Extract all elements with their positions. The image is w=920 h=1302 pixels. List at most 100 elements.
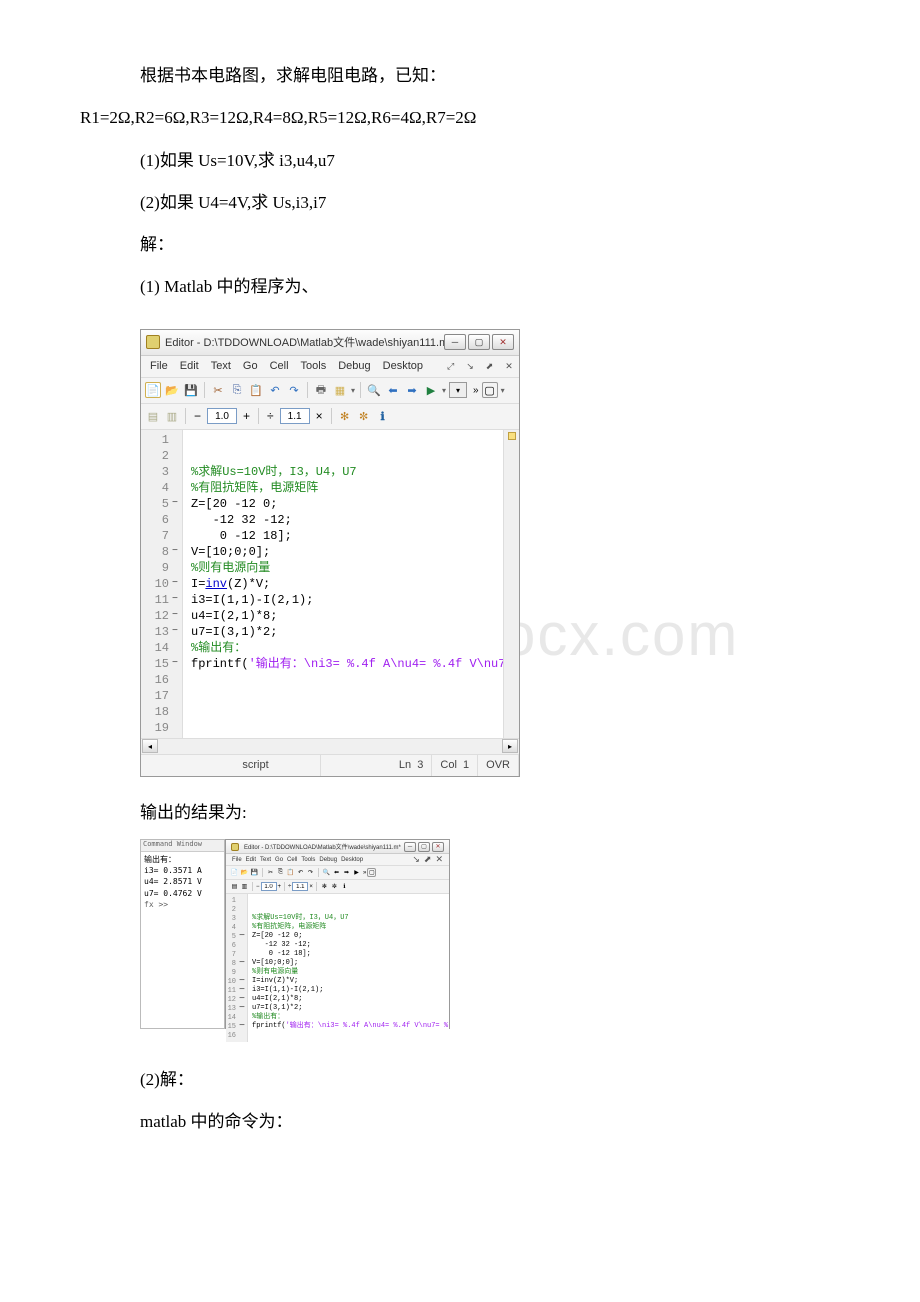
answer2-label: (2)解：: [80, 1064, 840, 1096]
publish-icon[interactable]: ▦: [332, 382, 348, 398]
menu-tools[interactable]: Tools: [296, 358, 332, 374]
scroll-right-icon[interactable]: ▸: [502, 739, 518, 753]
output-label: 输出的结果为:: [80, 797, 840, 829]
cell-eval-icon[interactable]: ▤: [145, 408, 161, 424]
vertical-scrollbar[interactable]: [503, 430, 519, 738]
undock-icon[interactable]: ⬈: [481, 359, 499, 374]
dock-toggle-icon[interactable]: ▢: [482, 382, 498, 398]
nav-back-icon[interactable]: ⬅: [385, 382, 401, 398]
maximize-button[interactable]: ▢: [468, 334, 490, 350]
cell-times-icon[interactable]: ×: [313, 409, 326, 423]
print-icon[interactable]: 🖶: [313, 382, 329, 398]
redo-icon[interactable]: ↷: [286, 382, 302, 398]
paste-icon[interactable]: 📋: [286, 868, 295, 877]
stack-dropdown[interactable]: ▾: [449, 382, 467, 398]
dock-arrow-icon[interactable]: ⤢: [442, 359, 459, 374]
cell-plus-icon[interactable]: +: [240, 409, 253, 423]
status-file-type: script: [191, 755, 321, 776]
small-title: Editor - D:\TDDOWNLOAD\Matlab文件\wade\shi…: [244, 842, 404, 851]
command-window: Command Window 输出有： i3= 0.3571 A u4= 2.8…: [140, 839, 225, 1029]
redo-icon[interactable]: ↷: [306, 868, 315, 877]
cell-factor1-input[interactable]: [207, 408, 237, 424]
menu-cell[interactable]: Cell: [285, 856, 299, 864]
menu-edit[interactable]: Edit: [244, 856, 258, 864]
save-icon[interactable]: 💾: [183, 382, 199, 398]
menu-file[interactable]: File: [230, 856, 244, 864]
paste-icon[interactable]: 📋: [248, 382, 264, 398]
toolbar-standard: 📄 📂 💾 ✂ ⎘ 📋 ↶ ↷ 🖶 ▦ ▾ 🔍 ⬅ ➡ ▶ ▾ ▾ » ▢ ▾: [141, 378, 519, 404]
dock-arrow2-icon[interactable]: ↘: [461, 359, 479, 374]
open-file-icon[interactable]: 📂: [240, 868, 249, 877]
cell-eval-advance-icon[interactable]: ▥: [164, 408, 180, 424]
code-area[interactable]: 1 2 3 4 5−6 7 8−9 10−11−12−13−14 15−16 1…: [141, 430, 519, 738]
cell-minus-icon[interactable]: −: [191, 409, 204, 423]
maximize-button[interactable]: ▢: [418, 842, 430, 852]
copy-icon[interactable]: ⎘: [276, 868, 285, 877]
menu-cell[interactable]: Cell: [265, 358, 294, 374]
menu-desktop[interactable]: Desktop: [378, 358, 428, 374]
menu-edit[interactable]: Edit: [175, 358, 204, 374]
menu-close-icon[interactable]: ✕: [500, 359, 518, 374]
undo-icon[interactable]: ↶: [296, 868, 305, 877]
find-icon[interactable]: 🔍: [366, 382, 382, 398]
menu-debug[interactable]: Debug: [333, 358, 375, 374]
horizontal-scrollbar[interactable]: ◂ ▸: [141, 738, 519, 754]
new-file-icon[interactable]: 📄: [230, 868, 239, 877]
nav-back-icon[interactable]: ⬅: [332, 868, 341, 877]
close-button[interactable]: ✕: [492, 334, 514, 350]
minimize-button[interactable]: ─: [404, 842, 416, 852]
titlebar: Editor - D:\TDDOWNLOAD\Matlab文件\wade\shi…: [141, 330, 519, 356]
problem-q1: (1)如果 Us=10V,求 i3,u4,u7: [80, 145, 840, 177]
undo-icon[interactable]: ↶: [267, 382, 283, 398]
problem-q2: (2)如果 U4=4V,求 Us,i3,i7: [80, 187, 840, 219]
cmd-prompt[interactable]: fx >>: [144, 899, 221, 910]
answer2-cmd-label: matlab 中的命令为：: [80, 1106, 840, 1138]
cell-factor2-input[interactable]: [280, 408, 310, 424]
menu-desktop[interactable]: Desktop: [339, 856, 365, 864]
menu-text[interactable]: Text: [206, 358, 236, 374]
open-file-icon[interactable]: 📂: [164, 382, 180, 398]
new-file-icon[interactable]: 📄: [145, 382, 161, 398]
answer1-label: (1) Matlab 中的程序为、: [80, 271, 840, 303]
menu-file[interactable]: File: [145, 358, 173, 374]
copy-icon[interactable]: ⎘: [229, 382, 245, 398]
status-ovr: OVR: [478, 755, 519, 776]
run-icon[interactable]: ▶: [352, 868, 361, 877]
minimize-button[interactable]: ─: [444, 334, 466, 350]
menu-tools[interactable]: Tools: [299, 856, 317, 864]
statusbar: script Ln 3 Col 1 OVR: [141, 754, 519, 776]
result-row: Command Window 输出有： i3= 0.3571 A u4= 2.8…: [140, 839, 840, 1029]
menu-go[interactable]: Go: [238, 358, 263, 374]
run-icon[interactable]: ▶: [423, 382, 439, 398]
toolbar-cell: ▤ ▥ − + ÷ × ✻ ✼ ℹ: [141, 404, 519, 430]
cmd-line: u7= 0.4762 V: [144, 888, 221, 899]
save-icon[interactable]: 💾: [250, 868, 259, 877]
help-icon[interactable]: ℹ: [375, 408, 391, 424]
scroll-left-icon[interactable]: ◂: [142, 739, 158, 753]
menu-text[interactable]: Text: [258, 856, 273, 864]
cmd-line: 输出有：: [144, 854, 221, 865]
menubar: File Edit Text Go Cell Tools Debug Deskt…: [141, 356, 519, 378]
answer-label: 解：: [80, 229, 840, 261]
status-line: Ln 3: [391, 755, 433, 776]
cmd-header: Command Window: [141, 840, 224, 852]
cut-icon[interactable]: ✂: [210, 382, 226, 398]
status-col: Col 1: [432, 755, 478, 776]
problem-params: R1=2Ω,R2=6Ω,R3=12Ω,R4=8Ω,R5=12Ω,R6=4Ω,R7…: [80, 102, 840, 134]
cmd-line: i3= 0.3571 A: [144, 865, 221, 876]
code-text[interactable]: %求解Us=10V时，I3，U4，U7%有阻抗矩阵，电源矩阵Z=[20 -12 …: [183, 430, 503, 738]
nav-fwd-icon[interactable]: ➡: [404, 382, 420, 398]
cell-script2-icon[interactable]: ✼: [356, 408, 372, 424]
cell-script-icon[interactable]: ✻: [337, 408, 353, 424]
cut-icon[interactable]: ✂: [266, 868, 275, 877]
nav-fwd-icon[interactable]: ➡: [342, 868, 351, 877]
menu-go[interactable]: Go: [273, 856, 285, 864]
problem-intro: 根据书本电路图，求解电阻电路，已知：: [80, 60, 840, 92]
cmd-line: u4= 2.8571 V: [144, 876, 221, 887]
find-icon[interactable]: 🔍: [322, 868, 331, 877]
window-title: Editor - D:\TDDOWNLOAD\Matlab文件\wade\shi…: [165, 334, 444, 350]
matlab-editor-window: Editor - D:\TDDOWNLOAD\Matlab文件\wade\shi…: [140, 329, 520, 777]
menu-debug[interactable]: Debug: [317, 856, 339, 864]
close-button[interactable]: ✕: [432, 842, 444, 852]
cell-div-icon[interactable]: ÷: [264, 409, 277, 423]
